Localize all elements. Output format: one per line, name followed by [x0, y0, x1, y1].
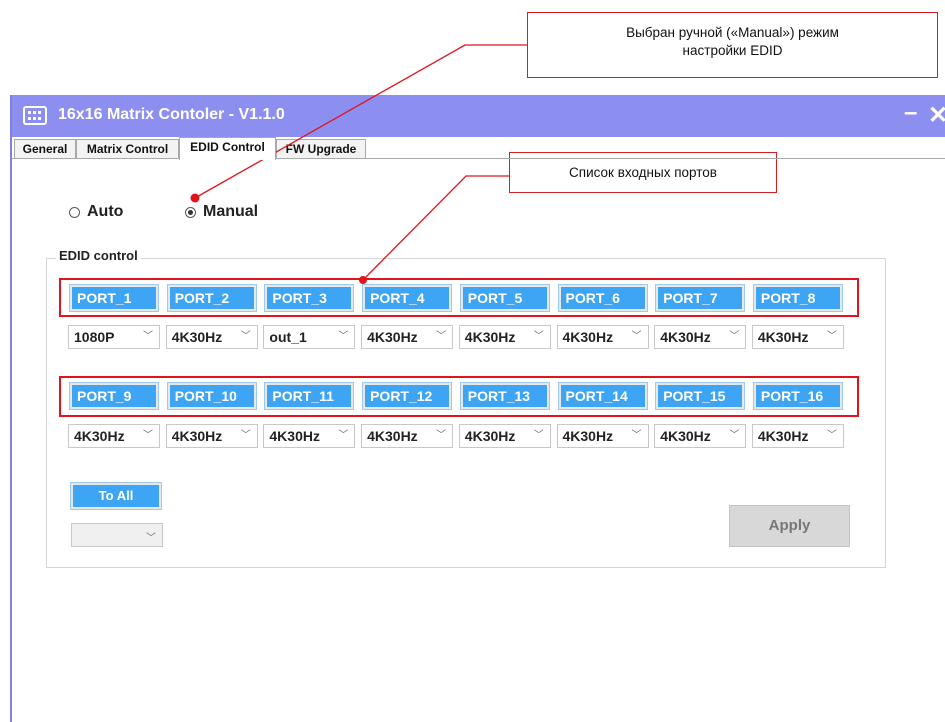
port-button-3[interactable]: PORT_3 [264, 284, 355, 312]
port-edid-select-12[interactable]: 4K30Hz ﹀ [361, 424, 454, 448]
chevron-down-icon: ﹀ [143, 331, 153, 342]
port-edid-select-2[interactable]: 4K30Hz ﹀ [165, 325, 258, 349]
radio-unchecked-icon [69, 206, 80, 218]
port-edid-select-15[interactable]: 4K30Hz ﹀ [654, 424, 747, 448]
chevron-down-icon: ﹀ [533, 331, 544, 342]
port-button-8[interactable]: PORT_8 [752, 284, 843, 312]
port-edid-value: 4K30Hz [269, 428, 320, 444]
chevron-down-icon: ﹀ [631, 331, 642, 342]
tab-divider [12, 158, 945, 159]
matrix-grid-icon [23, 106, 47, 125]
port-edid-value: 4K30Hz [367, 428, 418, 444]
port-button-9[interactable]: PORT_9 [69, 382, 159, 410]
edid-mode-callout: Выбран ручной («Manual») режим настройки… [527, 12, 938, 78]
port-edid-value: 4K30Hz [757, 428, 809, 444]
chevron-down-icon: ﹀ [826, 430, 837, 441]
chevron-down-icon: ﹀ [338, 331, 349, 342]
minimize-button[interactable]: – [904, 99, 917, 127]
tab-strip: General Matrix Control EDID Control FW U… [12, 137, 945, 160]
chevron-down-icon: ﹀ [338, 430, 349, 441]
port-button-7[interactable]: PORT_7 [655, 284, 746, 312]
port-edid-select-9[interactable]: 4K30Hz ﹀ [68, 424, 160, 448]
port-button-10[interactable]: PORT_10 [166, 382, 257, 410]
chevron-down-icon: ﹀ [240, 430, 251, 441]
manual-radio[interactable]: Manual [185, 203, 258, 221]
port-edid-value: out_1 [269, 329, 307, 345]
port-button-1[interactable]: PORT_1 [69, 284, 159, 312]
port-edid-value: 4K30Hz [367, 329, 418, 345]
port-edid-value: 4K30Hz [171, 428, 223, 444]
port-edid-select-8[interactable]: 4K30Hz ﹀ [751, 325, 844, 349]
tab-edid-control[interactable]: EDID Control [179, 137, 276, 160]
chevron-down-icon: ﹀ [436, 430, 447, 441]
port-edid-value: 4K30Hz [464, 329, 516, 345]
port-edid-value: 4K30Hz [757, 329, 809, 345]
port-button-13[interactable]: PORT_13 [459, 382, 550, 410]
tab-fw-upgrade[interactable]: FW Upgrade [276, 139, 366, 159]
apply-button[interactable]: Apply [729, 505, 850, 547]
port-edid-select-4[interactable]: 4K30Hz ﹀ [361, 325, 454, 349]
chevron-down-icon: ﹀ [729, 331, 740, 342]
port-edid-value: 1080P [74, 329, 115, 345]
to-all-button[interactable]: To All [70, 482, 162, 510]
app-window: 16x16 Matrix Contoler - V1.1.0 – ✕ Gener… [10, 95, 945, 722]
port-edid-select-11[interactable]: 4K30Hz ﹀ [263, 424, 356, 448]
chevron-down-icon: ﹀ [826, 331, 837, 342]
port-button-16[interactable]: PORT_16 [752, 382, 843, 410]
tab-general[interactable]: General [14, 139, 76, 159]
port-button-11[interactable]: PORT_11 [264, 382, 355, 410]
edid-control-group-title: EDID control [56, 248, 141, 263]
port-edid-select-5[interactable]: 4K30Hz ﹀ [458, 325, 551, 349]
port-button-15[interactable]: PORT_15 [655, 382, 746, 410]
port-edid-select-13[interactable]: 4K30Hz ﹀ [458, 424, 551, 448]
chevron-down-icon: ﹀ [146, 533, 156, 544]
port-edid-value: 4K30Hz [562, 329, 614, 345]
port-edid-select-6[interactable]: 4K30Hz ﹀ [556, 325, 649, 349]
auto-radio-label: Auto [87, 203, 124, 220]
manual-radio-label: Manual [203, 203, 259, 220]
port-button-2[interactable]: PORT_2 [166, 284, 257, 312]
port-edid-value: 4K30Hz [660, 428, 711, 444]
port-edid-value: 4K30Hz [464, 428, 516, 444]
window-title: 16x16 Matrix Contoler - V1.1.0 [58, 106, 285, 123]
chevron-down-icon: ﹀ [631, 430, 642, 441]
auto-radio[interactable]: Auto [69, 203, 123, 221]
radio-checked-icon [185, 206, 196, 218]
port-edid-select-1[interactable]: 1080P ﹀ [68, 325, 160, 349]
port-edid-value: 4K30Hz [74, 428, 125, 444]
chevron-down-icon: ﹀ [240, 331, 251, 342]
port-edid-select-16[interactable]: 4K30Hz ﹀ [751, 424, 844, 448]
port-button-4[interactable]: PORT_4 [362, 284, 453, 312]
chevron-down-icon: ﹀ [729, 430, 740, 441]
close-button[interactable]: ✕ [928, 101, 945, 130]
tab-matrix-control[interactable]: Matrix Control [76, 139, 179, 159]
port-edid-select-14[interactable]: 4K30Hz ﹀ [556, 424, 649, 448]
chevron-down-icon: ﹀ [533, 430, 544, 441]
title-bar[interactable]: 16x16 Matrix Contoler - V1.1.0 – ✕ [12, 95, 945, 137]
port-button-14[interactable]: PORT_14 [557, 382, 648, 410]
to-all-edid-select[interactable]: ﹀ [71, 523, 163, 547]
chevron-down-icon: ﹀ [143, 430, 153, 441]
port-edid-value: 4K30Hz [660, 329, 711, 345]
chevron-down-icon: ﹀ [436, 331, 447, 342]
port-edid-select-3[interactable]: out_1 ﹀ [263, 325, 356, 349]
port-edid-select-7[interactable]: 4K30Hz ﹀ [654, 325, 747, 349]
port-button-6[interactable]: PORT_6 [557, 284, 648, 312]
port-button-5[interactable]: PORT_5 [459, 284, 550, 312]
port-edid-value: 4K30Hz [171, 329, 223, 345]
port-edid-select-10[interactable]: 4K30Hz ﹀ [165, 424, 258, 448]
port-edid-value: 4K30Hz [562, 428, 614, 444]
port-button-12[interactable]: PORT_12 [362, 382, 453, 410]
